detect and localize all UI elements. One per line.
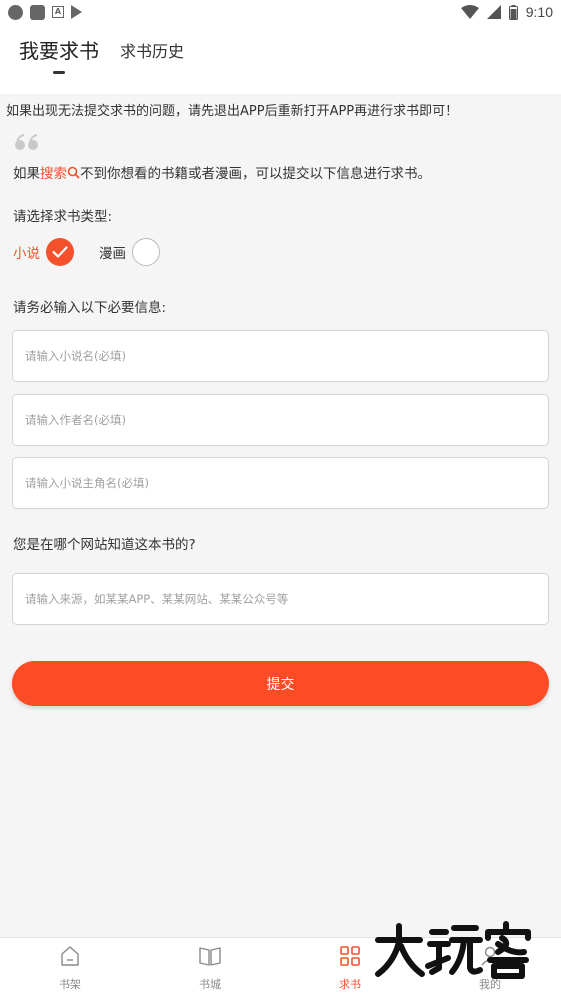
tab-request-history[interactable]: 求书历史 [120,38,184,62]
novel-name-input[interactable] [25,349,536,363]
intro-suffix: 不到你想看的书籍或者漫画，可以提交以下信息进行求书。 [80,166,431,182]
tabbar-item-label: 求书 [339,978,361,991]
checkmark-icon [52,246,68,258]
search-icon [67,166,80,179]
tabbar-item-bookstore[interactable]: 书城 [180,944,240,992]
home-icon [61,946,79,966]
square-notification-icon [30,4,45,20]
status-right-icons: 9:10 [460,4,553,20]
tabbar-item-label: 书架 [59,978,81,991]
intro-text: 如果 搜索 不到你想看的书籍或者漫画，可以提交以下信息进行求书。 [13,162,431,182]
battery-icon [508,4,518,20]
status-time: 9:10 [525,4,553,20]
author-name-field[interactable] [12,394,549,446]
book-icon [199,947,221,966]
source-input[interactable] [25,592,536,606]
type-option-novel[interactable]: 小说 [13,238,74,266]
status-bar: A 9:10 [0,0,561,24]
tabbar-item-request[interactable]: 求书 [320,944,380,992]
quote-icon [15,134,38,150]
search-link[interactable]: 搜索 [40,162,80,182]
source-field[interactable] [12,573,549,625]
submit-button[interactable]: 提交 [12,661,549,706]
header: 我要求书 求书历史 [0,24,561,94]
status-left-icons: A [8,4,82,20]
wifi-icon [460,5,479,19]
tabbar-item-label: 书城 [199,978,221,991]
type-label: 请选择求书类型: [13,209,113,225]
grid-icon [340,946,360,966]
type-option-comic[interactable]: 漫画 [99,238,160,266]
author-name-input[interactable] [25,413,536,427]
novel-name-field[interactable] [12,330,549,382]
type-options: 小说 漫画 [13,238,160,266]
required-label: 请务必输入以下必要信息: [13,300,167,316]
source-label: 您是在哪个网站知道这本书的? [13,537,196,553]
tabbar-item-bookshelf[interactable]: 书架 [40,944,100,992]
protagonist-name-input[interactable] [25,476,536,490]
protagonist-name-field[interactable] [12,457,549,509]
type-option-comic-label: 漫画 [99,246,126,262]
signal-icon [486,5,501,19]
intro-prefix: 如果 [13,166,40,182]
search-link-label: 搜索 [40,166,67,182]
a-notification-icon: A [52,6,64,18]
watermark-logo [375,921,531,979]
tab-request-book[interactable]: 我要求书 [19,35,99,64]
play-store-icon [71,5,82,19]
checked-circle-icon[interactable] [46,238,74,266]
circle-notification-icon [8,4,23,20]
active-tab-indicator [53,71,65,74]
unchecked-circle-icon[interactable] [132,238,160,266]
type-option-novel-label: 小说 [13,246,40,262]
notice-text: 如果出现无法提交求书的问题，请先退出APP后重新打开APP再进行求书即可！ [6,104,459,119]
